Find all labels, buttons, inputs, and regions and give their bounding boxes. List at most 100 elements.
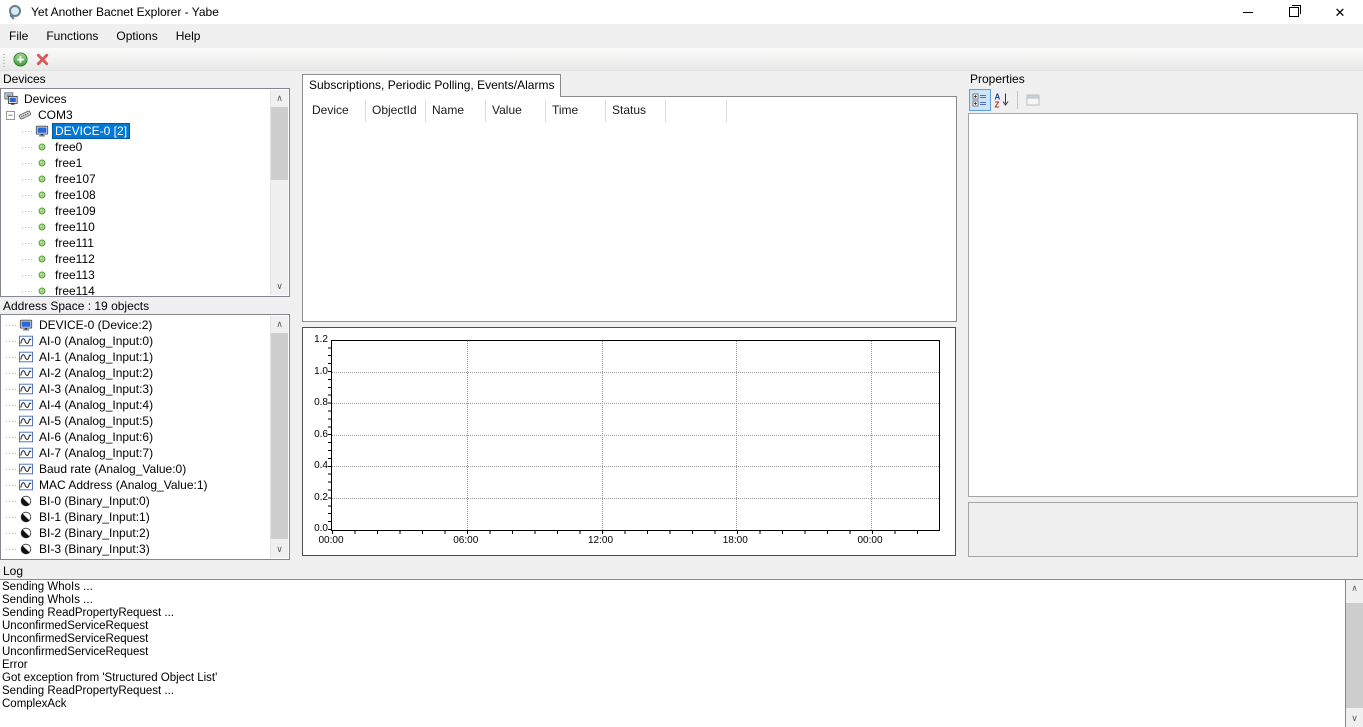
categorized-button[interactable]: [969, 89, 991, 111]
tree-item[interactable]: AI-3 (Analog_Input:3): [1, 381, 289, 397]
tree-item[interactable]: DEVICE-0 [2]: [1, 123, 289, 139]
tree-item-label: free0: [53, 140, 84, 154]
tree-item-label: COM3: [36, 108, 75, 122]
scroll-down-icon[interactable]: ∨: [271, 541, 288, 558]
tree-item-icon: [19, 526, 33, 540]
scroll-up-icon[interactable]: ∧: [271, 316, 288, 333]
tree-connector: [6, 517, 18, 518]
log-line: Sending WhoIs ...: [2, 581, 1363, 594]
log-line: ComplexAck: [2, 698, 1363, 711]
menu-item[interactable]: File: [0, 24, 37, 48]
column-header[interactable]: ObjectId: [366, 100, 426, 122]
tree-item[interactable]: Baud rate (Analog_Value:0): [1, 461, 289, 477]
tree-item[interactable]: DEVICE-0 (Device:2): [1, 317, 289, 333]
scroll-thumb[interactable]: [271, 333, 288, 539]
close-button[interactable]: ✕: [1317, 0, 1363, 24]
tree-expander-icon[interactable]: −: [6, 111, 15, 120]
menu-item[interactable]: Options: [107, 24, 166, 48]
tree-connector: [6, 549, 18, 550]
tree-item[interactable]: AI-1 (Analog_Input:1): [1, 349, 289, 365]
tree-item[interactable]: MAC Address (Analog_Value:1): [1, 477, 289, 493]
restore-button[interactable]: [1271, 0, 1317, 24]
log-line: Sending ReadPropertyRequest ...: [2, 685, 1363, 698]
tree-connector: [22, 195, 34, 196]
column-header[interactable]: Name: [426, 100, 486, 122]
tree-item[interactable]: free112: [1, 251, 289, 267]
property-pages-button[interactable]: [1022, 89, 1044, 111]
menu-item[interactable]: Functions: [37, 24, 107, 48]
tree-item[interactable]: BI-1 (Binary_Input:1): [1, 509, 289, 525]
tree-item[interactable]: AI-6 (Analog_Input:6): [1, 429, 289, 445]
tree-item-icon: [19, 382, 33, 396]
add-device-icon: [13, 52, 28, 67]
tree-connector: [22, 227, 34, 228]
tree-item-label: free111: [53, 236, 96, 250]
column-header[interactable]: Value: [486, 100, 546, 122]
scroll-up-icon[interactable]: ∧: [1346, 580, 1363, 597]
tree-item[interactable]: free111: [1, 235, 289, 251]
tree-item-icon: [35, 188, 49, 202]
tree-item-icon: [19, 334, 33, 348]
alphabetical-sort-button[interactable]: A Z: [991, 89, 1013, 111]
tree-item[interactable]: BI-0 (Binary_Input:0): [1, 493, 289, 509]
tree-item[interactable]: BI-2 (Binary_Input:2): [1, 525, 289, 541]
scroll-thumb[interactable]: [271, 107, 288, 180]
properties-toolbar: A Z: [969, 87, 1044, 113]
tree-item[interactable]: AI-2 (Analog_Input:2): [1, 365, 289, 381]
menu-item[interactable]: Help: [167, 24, 210, 48]
tree-item[interactable]: AI-5 (Analog_Input:5): [1, 413, 289, 429]
minimize-button[interactable]: [1225, 0, 1271, 24]
tree-item-icon: [35, 284, 49, 297]
tree-connector: [6, 389, 18, 390]
tree-item[interactable]: free114: [1, 283, 289, 297]
tree-item-label: MAC Address (Analog_Value:1): [37, 478, 210, 492]
tree-item-label: free1: [53, 156, 84, 170]
column-header[interactable]: Status: [606, 100, 666, 122]
devices-scrollbar[interactable]: ∧ ∨: [270, 90, 288, 295]
tree-item-icon: [19, 462, 33, 476]
tree-item[interactable]: free113: [1, 267, 289, 283]
toolbar-separator: [1017, 91, 1018, 109]
restore-icon: [1289, 7, 1299, 17]
scroll-thumb[interactable]: [1346, 603, 1363, 708]
scroll-down-icon[interactable]: ∨: [1346, 710, 1363, 727]
delete-device-button[interactable]: [31, 49, 53, 69]
tree-item[interactable]: free0: [1, 139, 289, 155]
tree-item-label: AI-7 (Analog_Input:7): [37, 446, 155, 460]
chart-x-labels: 00:0006:0012:0018:0000:00: [331, 535, 938, 547]
window-controls: ✕: [1225, 0, 1363, 24]
tree-item[interactable]: free110: [1, 219, 289, 235]
add-device-button[interactable]: [9, 49, 31, 69]
chart-gridline: [332, 435, 939, 436]
tree-item-icon: [4, 92, 18, 106]
tree-connector: [22, 131, 34, 132]
tree-item[interactable]: − COM3: [1, 107, 289, 123]
tree-item[interactable]: BI-3 (Binary_Input:3): [1, 541, 289, 557]
tree-connector: [22, 291, 34, 292]
tree-item[interactable]: AI-4 (Analog_Input:4): [1, 397, 289, 413]
chart-y-tick-label: 0.8: [305, 398, 328, 408]
tree-item-icon: [19, 478, 33, 492]
tree-item[interactable]: BI-4 (Binary_Input:4): [1, 557, 289, 560]
tree-item[interactable]: Devices: [1, 91, 289, 107]
tree-item[interactable]: AI-7 (Analog_Input:7): [1, 445, 289, 461]
tab-subscriptions[interactable]: Subscriptions, Periodic Polling, Events/…: [302, 74, 561, 97]
tree-item-label: free112: [53, 252, 97, 266]
scroll-up-icon[interactable]: ∧: [271, 90, 288, 107]
log-scrollbar[interactable]: ∧ ∨: [1345, 580, 1363, 727]
scroll-down-icon[interactable]: ∨: [271, 278, 288, 295]
tree-item[interactable]: free108: [1, 187, 289, 203]
chart-gridline: [602, 341, 603, 530]
tree-item[interactable]: free107: [1, 171, 289, 187]
address-space-scrollbar[interactable]: ∧ ∨: [270, 316, 288, 558]
tree-item[interactable]: free1: [1, 155, 289, 171]
tree-item[interactable]: AI-0 (Analog_Input:0): [1, 333, 289, 349]
chart-plot: [331, 340, 940, 531]
tree-item[interactable]: free109: [1, 203, 289, 219]
tree-item-icon: [19, 318, 33, 332]
property-grid[interactable]: [968, 113, 1358, 497]
column-header[interactable]: Time: [546, 100, 606, 122]
tree-item-icon: [19, 398, 33, 412]
column-header[interactable]: Device: [306, 100, 366, 122]
tree-item-label: BI-2 (Binary_Input:2): [37, 526, 152, 540]
